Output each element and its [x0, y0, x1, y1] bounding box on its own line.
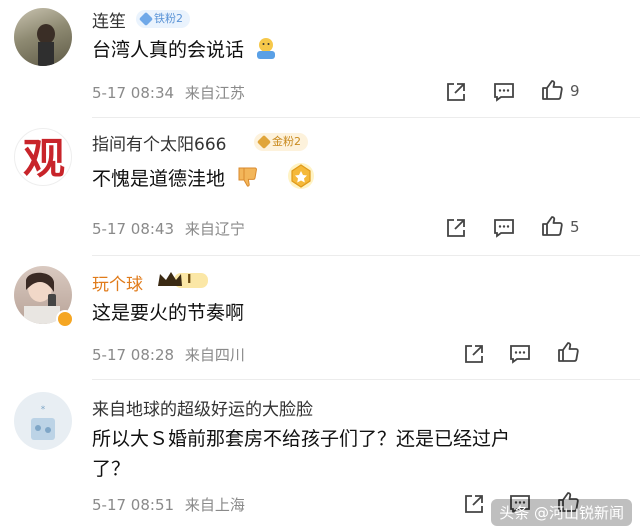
timestamp: 5-17 08:43: [92, 220, 175, 238]
username[interactable]: 来自地球的超级好运的大脸脸: [92, 395, 313, 420]
fan-badge: 铁粉2: [136, 10, 190, 28]
crown-icon: [158, 272, 208, 288]
comment-icon[interactable]: [508, 342, 532, 366]
badge-label: 铁粉2: [154, 12, 183, 25]
avatar[interactable]: 观: [14, 128, 72, 186]
svg-text:*: *: [41, 405, 46, 415]
comment-1: 连笙 铁粉2 台湾人真的会说话 5-17 08:34 来自江苏 9: [0, 0, 640, 118]
avatar-logo-icon: 观: [23, 134, 65, 183]
comment-text-content: 台湾人真的会说话: [92, 39, 245, 61]
badge-label: I: [187, 272, 192, 286]
svg-text:观: 观: [23, 134, 65, 183]
comment-text-content: 不愧是道德洼地: [92, 168, 226, 190]
meta: 5-17 08:34 来自江苏: [92, 82, 245, 103]
diamond-icon: [256, 134, 272, 150]
like-icon[interactable]: [540, 214, 564, 238]
comment-text-line-1: 所以大Ｓ婚前那套房不给孩子们了？还是已经过户: [92, 428, 511, 450]
comment-text: 台湾人真的会说话: [92, 35, 278, 69]
timestamp: 5-17 08:51: [92, 496, 175, 514]
comment-icon[interactable]: [492, 216, 516, 240]
verified-badge-icon: [56, 310, 74, 328]
username[interactable]: 连笙: [92, 7, 126, 32]
like-icon[interactable]: [540, 78, 564, 102]
meta: 5-17 08:28 来自四川: [92, 344, 245, 365]
like-count: 9: [570, 82, 580, 100]
location: 来自四川: [184, 346, 245, 364]
vip-crown-badge: I: [156, 270, 210, 290]
avatar[interactable]: *: [14, 392, 72, 450]
watermark: 头条 @河山锐新闻: [491, 499, 632, 526]
thumbs-down-emoji-icon: [235, 164, 261, 199]
share-icon[interactable]: [444, 216, 468, 240]
avatar[interactable]: [14, 8, 72, 66]
badge-label: 金粉2: [272, 135, 301, 148]
like-icon[interactable]: [556, 340, 580, 364]
comment-text-line-2: 了？: [92, 458, 131, 480]
timestamp: 5-17 08:28: [92, 346, 175, 364]
location: 来自上海: [184, 496, 245, 514]
comment-2: 观 指间有个太阳666 金粉2 不愧是道德洼地 5-17 08:43 来自辽宁 …: [0, 118, 640, 256]
diamond-icon: [138, 11, 154, 27]
username[interactable]: 指间有个太阳666: [92, 130, 226, 155]
comment-3: 玩个球 I 这是要火的节奏啊 5-17 08:28 来自四川: [0, 256, 640, 380]
comment-text: 不愧是道德洼地: [92, 160, 317, 201]
avatar-image: *: [31, 405, 55, 440]
avatar-image: [37, 24, 55, 66]
location: 来自江苏: [184, 84, 245, 102]
meta: 5-17 08:51 来自上海: [92, 494, 245, 515]
comment-icon[interactable]: [492, 80, 516, 104]
fan-badge: 金粉2: [254, 133, 308, 151]
like-count: 5: [570, 218, 580, 236]
comment-text: 这是要火的节奏啊: [92, 302, 245, 324]
share-icon[interactable]: [462, 342, 486, 366]
share-icon[interactable]: [444, 80, 468, 104]
timestamp: 5-17 08:34: [92, 84, 175, 102]
shrug-emoji-icon: [254, 36, 278, 69]
location: 来自辽宁: [184, 220, 245, 238]
share-icon[interactable]: [462, 492, 486, 516]
meta: 5-17 08:43 来自辽宁: [92, 218, 245, 239]
medal-icon: [285, 160, 317, 201]
username[interactable]: 玩个球: [92, 270, 143, 295]
